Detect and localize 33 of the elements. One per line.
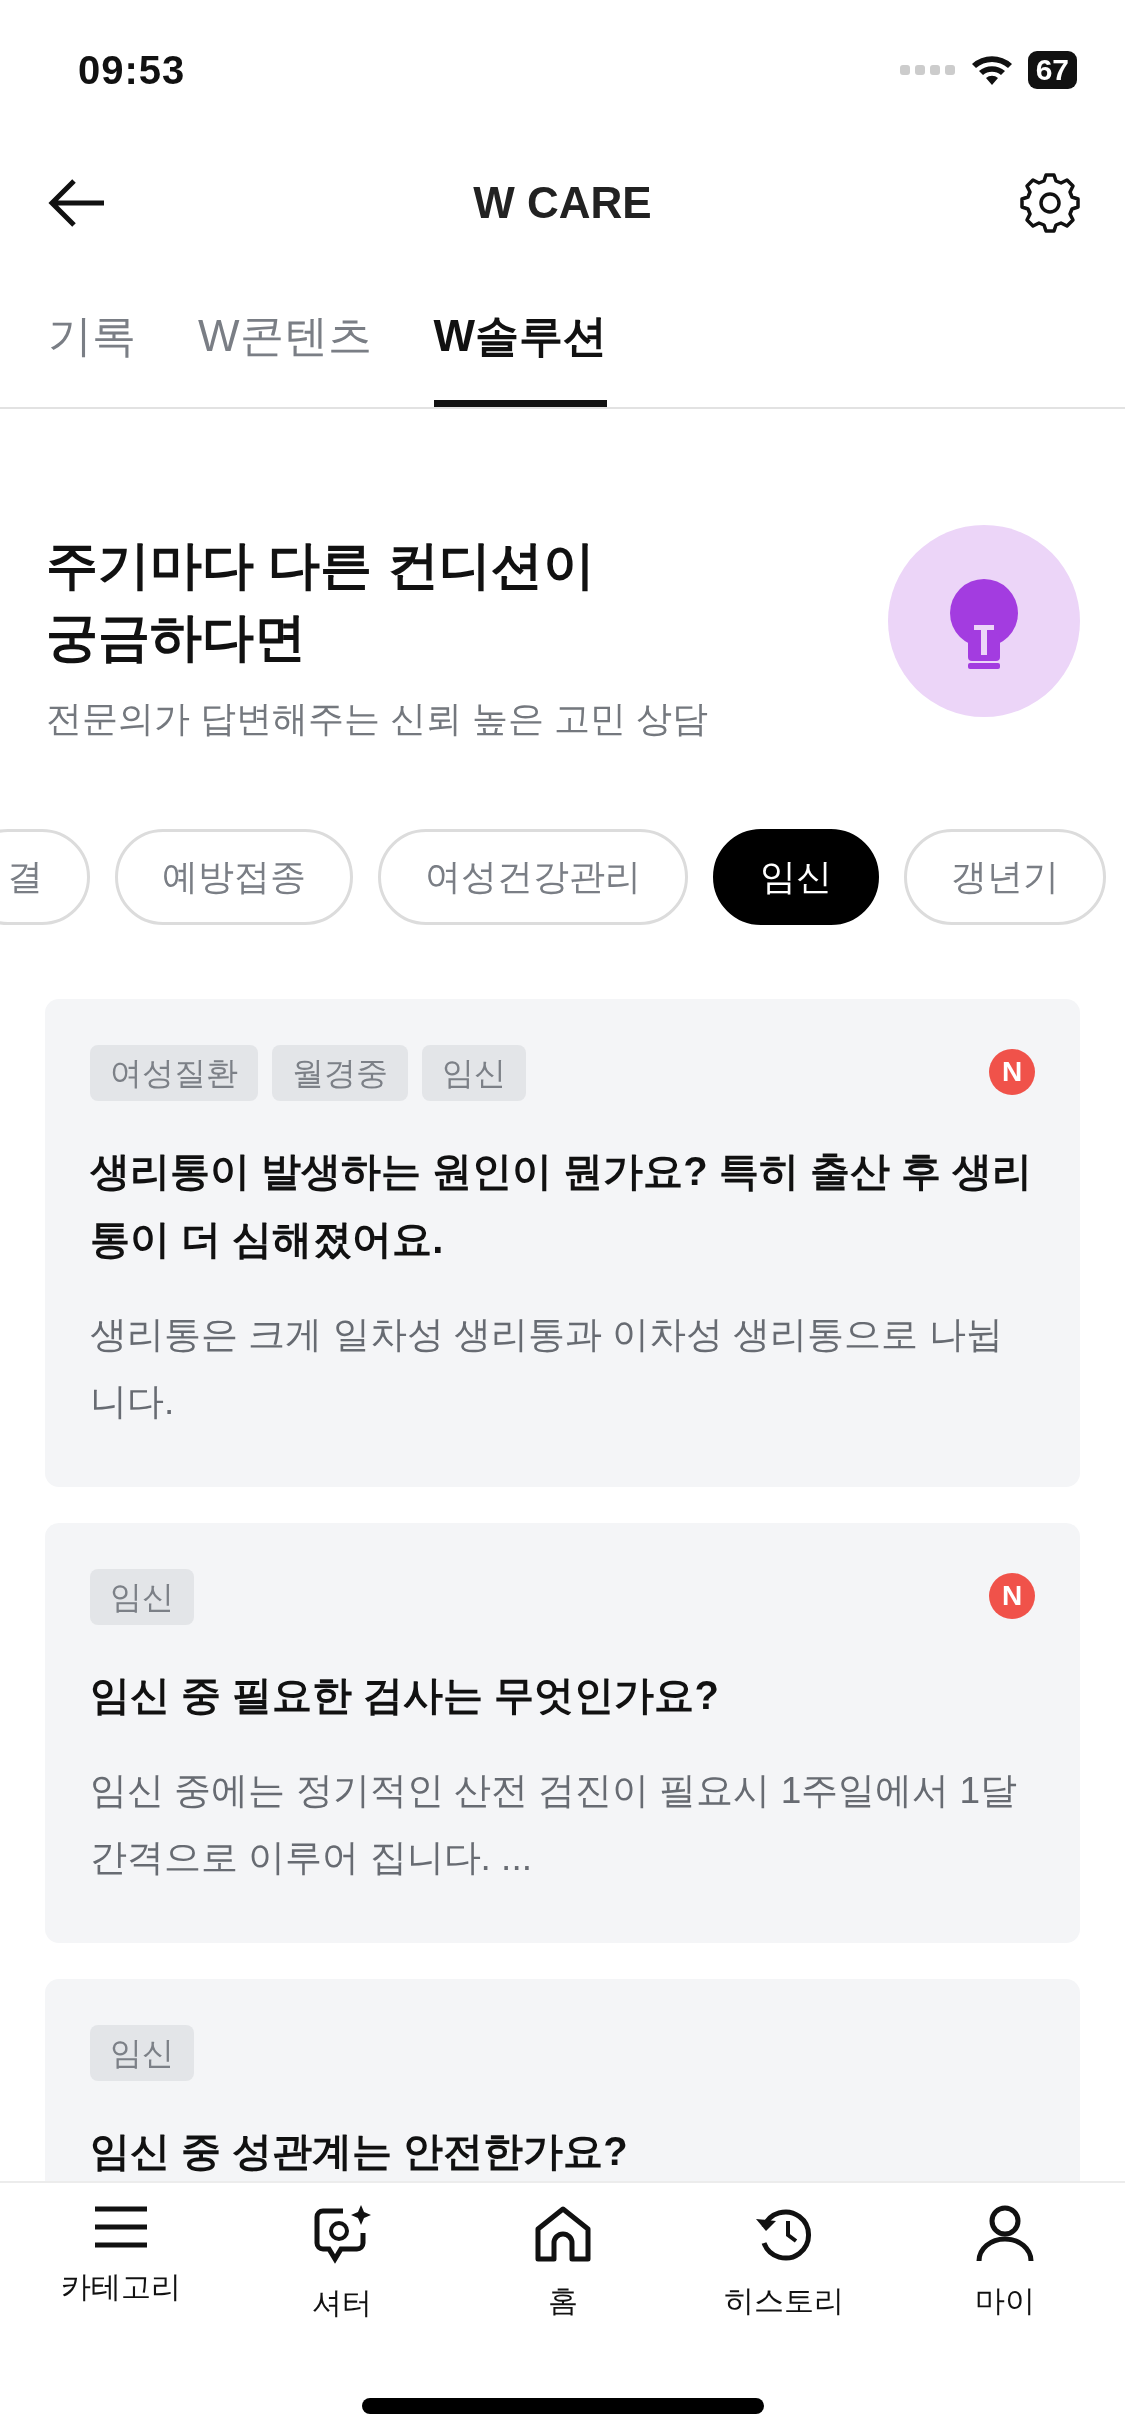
battery-icon: 67 xyxy=(1027,51,1077,89)
answer-preview: 임신 중에는 정기적인 산전 검진이 필요시 1주일에서 1달 간격으로 이루어 집니다. ... xyxy=(90,1769,1019,1880)
answer-preview: 생리통은 크게 일차성 생리통과 이차성 생리통으로 나뉩니다. xyxy=(90,1313,1004,1424)
tab[interactable]: W솔루션 xyxy=(433,265,608,407)
nav-item[interactable]: 카테고리 xyxy=(20,2205,221,2324)
question-card[interactable]: 임신 N 임신 중 필요한 검사는 무엇인가요? 임신 중에는 정기적인 산전 검진이 필요시 1주일에서 1달 간격으로 이루어 집니다. ... xyxy=(45,1523,1080,1943)
tag: 임신 xyxy=(422,1045,526,1101)
question-card[interactable]: 여성질환 월경중 임신 N 생리통이 발생하는 원인이 뭔가요? 특히 출산 후 생리통이 더 심해졌어요. 생리통은 크게 일차성 생리통과 이차성 생리통으로 나뉩니다. xyxy=(45,999,1080,1487)
tag: 임신 xyxy=(90,1569,194,1625)
subtitle: 전문의가 답변해주는 신뢰 높은 고민 상담 xyxy=(46,697,708,741)
tab[interactable]: W콘텐츠 xyxy=(198,265,372,407)
tab[interactable]: 기록 xyxy=(48,265,136,407)
new-badge: N xyxy=(989,1049,1035,1095)
nav-item[interactable]: 히스토리 xyxy=(683,2205,884,2324)
nav-item[interactable]: 셔터 xyxy=(241,2205,442,2324)
nav-item[interactable]: 홈 xyxy=(462,2205,663,2324)
category-chip[interactable]: 예방접종 xyxy=(115,829,353,925)
headline: 주기마다 다른 컨디션이 궁금하다면 xyxy=(46,535,596,668)
category-chip[interactable]: 결 xyxy=(0,829,90,925)
status-time: 09:53 xyxy=(78,47,187,93)
category-chip[interactable]: 갱년기 xyxy=(904,829,1106,925)
question-card[interactable]: 임신 임신 중 성관계는 안전한가요? xyxy=(45,1979,1080,2181)
category-chip[interactable]: 임신 xyxy=(713,829,879,925)
question-title: 생리통이 발생하는 원인이 뭔가요? 특히 출산 후 생리통이 더 심해졌어요. xyxy=(90,1148,1034,1263)
question-title: 임신 중 필요한 검사는 무엇인가요? xyxy=(90,1672,720,1719)
tag: 임신 xyxy=(90,2025,194,2081)
question-title: 임신 중 성관계는 안전한가요? xyxy=(90,2128,629,2175)
category-chip[interactable]: 여성건강관리 xyxy=(378,829,688,925)
tag: 여성질환 xyxy=(90,1045,258,1101)
nav-item[interactable]: 마이 xyxy=(904,2205,1105,2324)
page-title: W CARE xyxy=(473,177,652,228)
new-badge: N xyxy=(989,1573,1035,1619)
tag: 월경중 xyxy=(272,1045,408,1101)
